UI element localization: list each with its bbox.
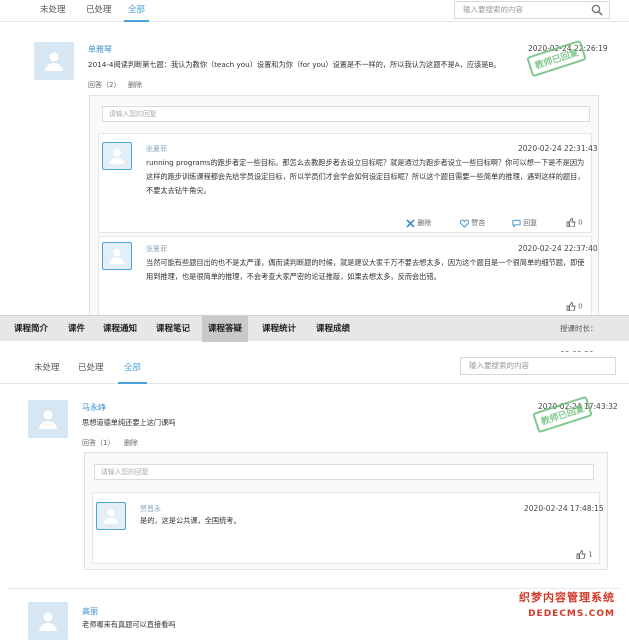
search-icon[interactable] — [591, 4, 603, 16]
reply-label: 回复 — [523, 219, 538, 227]
search-input[interactable]: 输入要搜索的内容 — [454, 1, 610, 19]
nav-course-notice[interactable]: 课程通知 — [103, 316, 137, 342]
watermark-url: DEDECMS.COM — [528, 609, 615, 619]
tab-handled[interactable]: 已处理 — [78, 358, 104, 380]
like-button[interactable]: 0 — [566, 302, 583, 311]
like-count: 1 — [588, 550, 593, 559]
avatar — [28, 602, 68, 640]
reply-text: running programs的跑步者定一些目标。那怎么去教跑步者去设立目标呢… — [146, 158, 585, 195]
avatar — [34, 42, 74, 80]
search-placeholder: 输入要搜索的内容 — [463, 5, 523, 14]
avatar — [28, 400, 68, 438]
bottom-filter-tabs: 未处理 已处理 全部 输入要搜索的内容 — [0, 352, 629, 384]
tab-unhandled[interactable]: 未处理 — [34, 358, 60, 380]
tab-all[interactable]: 全部 — [124, 0, 150, 22]
course-nav-bar: 课程简介 课件 课程通知 课程笔记 课程答疑 课程统计 课程成绩 授课时长：00… — [0, 315, 629, 359]
reply-text: 是的，这是公共课，全国统考。 — [140, 516, 241, 525]
reply-card — [92, 492, 600, 564]
reply-text: 当然可能有些题目出的也不是太严谨，偶而读判断题的时候，就是建议大家千万不要去想太… — [146, 258, 585, 281]
post-text: 2014-4阅读判断第七题：我认为教你（teach you）设置和为你（for … — [88, 60, 501, 69]
like-count: 0 — [578, 218, 583, 227]
reply-button[interactable]: 回复 — [512, 218, 537, 228]
post-author: 高丽 — [82, 607, 98, 616]
search-placeholder: 输入要搜索的内容 — [469, 361, 529, 370]
reply-toggle[interactable]: 回答（1） — [82, 438, 114, 448]
avatar — [102, 242, 132, 270]
nav-course-grades[interactable]: 课程成绩 — [316, 316, 350, 342]
avatar — [96, 502, 126, 530]
search-input[interactable]: 输入要搜索的内容 — [460, 357, 616, 375]
post-text: 思想道德单纯还要上这门课吗 — [82, 418, 176, 427]
reply-time: 2020-02-24 22:31:43 — [518, 144, 598, 153]
reply-time: 2020-02-24 22:37:40 — [518, 244, 598, 253]
nav-course-stats[interactable]: 课程统计 — [262, 316, 296, 342]
like-button[interactable]: 0 — [566, 218, 583, 227]
reply-input-placeholder: 请输入您的回复 — [109, 110, 157, 118]
reply-toggle[interactable]: 回答（2） — [88, 80, 120, 90]
top-filter-tabs: 未处理 已处理 全部 输入要搜索的内容 — [0, 0, 629, 22]
nav-course-qa[interactable]: 课程答疑 — [202, 316, 249, 342]
reply-author: 贾晋永 — [140, 505, 161, 513]
like-button[interactable]: 1 — [576, 550, 593, 559]
reply-author: 张夏菲 — [146, 245, 167, 253]
post-text: 老师哪来有真题可以直接看吗 — [82, 620, 176, 629]
delete-link[interactable]: 删除 — [128, 80, 142, 90]
delete-link[interactable]: 删除 — [124, 438, 138, 448]
nav-course-intro[interactable]: 课程简介 — [14, 316, 48, 342]
reply-author: 张夏菲 — [146, 145, 167, 153]
avatar — [102, 142, 132, 170]
praise-label: 赞吝 — [471, 219, 486, 227]
praise-button[interactable]: 赞吝 — [460, 218, 485, 228]
reply-delete-button[interactable]: 删除 — [406, 218, 431, 228]
reply-time: 2020-02-24 17:48:15 — [524, 504, 604, 513]
watermark-title: 织梦内容管理系统 — [519, 591, 615, 604]
tab-all[interactable]: 全部 — [118, 358, 148, 384]
reply-input[interactable]: 请输入您的回复 — [94, 464, 594, 480]
reply-input[interactable]: 请输入您的回复 — [102, 106, 590, 122]
reply-input-placeholder: 请输入您的回复 — [101, 468, 149, 476]
tab-handled[interactable]: 已处理 — [86, 0, 112, 22]
post-author: 马永峥 — [82, 403, 106, 412]
like-count: 0 — [578, 302, 583, 311]
reply-delete-label: 删除 — [417, 219, 432, 227]
nav-courseware[interactable]: 课件 — [68, 316, 85, 342]
post-author: 单雅琴 — [88, 45, 112, 54]
teaching-timer: 授课时长：00:00:20 — [560, 324, 598, 359]
nav-course-notes[interactable]: 课程笔记 — [156, 316, 190, 342]
tab-unhandled[interactable]: 未处理 — [40, 0, 66, 22]
